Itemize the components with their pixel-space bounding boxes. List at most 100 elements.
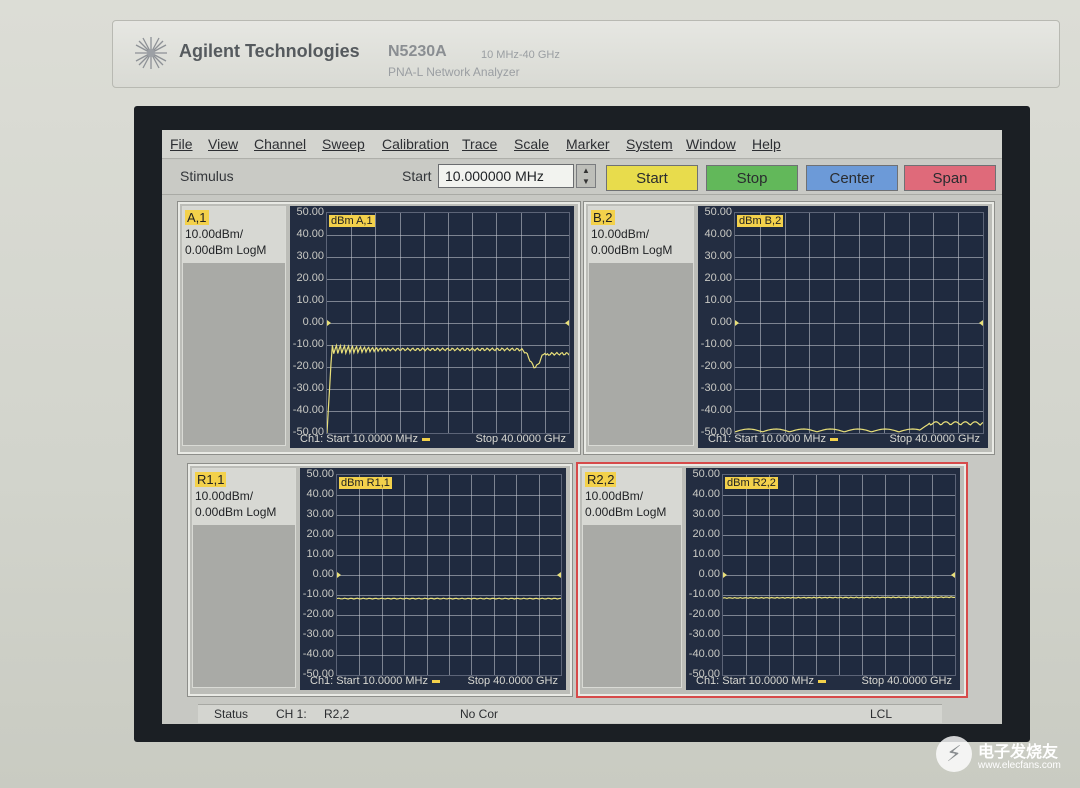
- plot-container: dBm R2,2 50.00 40.00 30.00 20.00 10.00 0.00 -10…: [686, 468, 960, 690]
- measurement-trace: [337, 597, 561, 600]
- y-tick-label: 0.00: [302, 316, 324, 328]
- menu-system[interactable]: System: [626, 136, 673, 152]
- status-bar: Status CH 1: R2,2 No Cor LCL: [198, 704, 942, 723]
- footer-start: Ch1: Start 10.0000 MHz: [310, 675, 444, 687]
- trace-name-badge[interactable]: A,1: [185, 210, 209, 225]
- trace-plot[interactable]: dBm B,2: [734, 212, 984, 434]
- y-tick-label: -20.00: [688, 608, 720, 620]
- spin-up-icon[interactable]: ▲: [577, 165, 595, 176]
- spin-down-icon[interactable]: ▼: [577, 176, 595, 187]
- trace-name-badge[interactable]: B,2: [591, 210, 615, 225]
- y-tick-label: 40.00: [306, 488, 334, 500]
- plot-container: dBm B,2 50.00 40.00 30.00 20.00 10.00 0.00 -10.…: [698, 206, 988, 448]
- frequency-range: 10 MHz-40 GHz: [481, 49, 560, 61]
- reference-marker-icon: [327, 320, 331, 326]
- reference-marker-icon: [979, 320, 983, 326]
- trace-info-header: A,1 10.00dBm/0.00dBm LogM: [183, 207, 285, 263]
- menu-calibration[interactable]: Calibration: [382, 136, 449, 152]
- footer-start: Ch1: Start 10.0000 MHz: [708, 433, 842, 445]
- start-spinner[interactable]: ▲ ▼: [576, 164, 596, 188]
- trace-scale: 10.00dBm/: [585, 489, 644, 503]
- reference-marker-icon: [723, 572, 727, 578]
- y-tick-label: 40.00: [296, 228, 324, 240]
- status-correction: No Cor: [460, 707, 499, 721]
- reference-marker-icon: [565, 320, 569, 326]
- stop-button[interactable]: Stop: [706, 165, 798, 191]
- y-tick-label: 30.00: [296, 250, 324, 262]
- trace-window-r11[interactable]: R1,1 10.00dBm/0.00dBm LogM dBm R1,1 50.00 40…: [187, 463, 573, 697]
- center-button[interactable]: Center: [806, 165, 898, 191]
- menu-file[interactable]: File: [170, 136, 193, 152]
- y-tick-label: -10.00: [292, 338, 324, 350]
- trace-svg: [723, 572, 955, 600]
- stimulus-toolbar: Stimulus Start 10.000000 MHz ▲ ▼ Start S…: [162, 160, 1002, 195]
- y-tick-label: -20.00: [302, 608, 334, 620]
- y-tick-label: 10.00: [306, 548, 334, 560]
- trace-reference: 0.00dBm LogM: [185, 243, 267, 257]
- reference-marker-icon: [337, 572, 341, 578]
- trace-plot[interactable]: dBm R1,1: [336, 474, 562, 676]
- y-tick-label: 30.00: [692, 508, 720, 520]
- span-button[interactable]: Span: [904, 165, 996, 191]
- footer-stop: Stop 40.0000 GHz: [861, 675, 952, 687]
- brand-name: Agilent Technologies: [179, 41, 360, 61]
- y-tick-label: 20.00: [704, 272, 732, 284]
- menu-window[interactable]: Window: [686, 136, 736, 152]
- trace-reference: 0.00dBm LogM: [591, 243, 673, 257]
- trace-scale: 10.00dBm/: [195, 489, 254, 503]
- trace-window-a1[interactable]: A,1 10.00dBm/0.00dBm LogM dBm A,1 50.00 40.0…: [177, 201, 581, 455]
- y-tick-label: 50.00: [704, 206, 732, 218]
- agilent-spark-logo: [135, 37, 167, 69]
- reference-marker-icon: [951, 572, 955, 578]
- trace-info-header: R1,1 10.00dBm/0.00dBm LogM: [193, 469, 295, 525]
- menu-scale[interactable]: Scale: [514, 136, 549, 152]
- y-tick-label: 40.00: [692, 488, 720, 500]
- trace-name-badge[interactable]: R2,2: [585, 472, 617, 487]
- trace-info-header: R2,2 10.00dBm/0.00dBm LogM: [583, 469, 681, 525]
- y-tick-label: -40.00: [700, 404, 732, 416]
- footer-start: Ch1: Start 10.0000 MHz: [300, 433, 434, 445]
- y-tick-label: 50.00: [306, 468, 334, 480]
- analyzer-screen: File View Channel Sweep Calibration Trac…: [162, 130, 1002, 724]
- reference-marker-icon: [557, 572, 561, 578]
- y-tick-label: 20.00: [306, 528, 334, 540]
- trace-info-panel[interactable]: R2,2 10.00dBm/0.00dBm LogM: [582, 468, 682, 688]
- start-button[interactable]: Start: [606, 165, 698, 191]
- trace-info-panel[interactable]: A,1 10.00dBm/0.00dBm LogM: [182, 206, 286, 446]
- trace-window-r22[interactable]: R2,2 10.00dBm/0.00dBm LogM dBm R2,2 50.00 40…: [576, 462, 968, 698]
- menu-sweep[interactable]: Sweep: [322, 136, 365, 152]
- marker-indicator-icon: [818, 679, 827, 683]
- trace-svg: [327, 320, 569, 433]
- y-tick-label: -40.00: [688, 648, 720, 660]
- trace-plot[interactable]: dBm A,1: [326, 212, 570, 434]
- trace-name-badge[interactable]: R1,1: [195, 472, 227, 487]
- trace-plot[interactable]: dBm R2,2: [722, 474, 956, 676]
- watermark: ⚡ 电子发烧友 www.elecfans.com: [936, 736, 1076, 784]
- menu-marker[interactable]: Marker: [566, 136, 610, 152]
- y-tick-label: 30.00: [704, 250, 732, 262]
- trace-info-header: B,2 10.00dBm/0.00dBm LogM: [589, 207, 693, 263]
- y-tick-label: -10.00: [700, 338, 732, 350]
- plot-container: dBm A,1 50.00 40.00 30.00 20.00 10.00 0.00 -10.…: [290, 206, 574, 448]
- menu-help[interactable]: Help: [752, 136, 781, 152]
- status-channel: CH 1:: [276, 707, 307, 721]
- y-tick-label: -20.00: [292, 360, 324, 372]
- watermark-url: www.elecfans.com: [978, 760, 1061, 771]
- menu-channel[interactable]: Channel: [254, 136, 306, 152]
- measurement-trace: [327, 343, 569, 433]
- y-tick-label: 0.00: [698, 568, 720, 580]
- menu-trace[interactable]: Trace: [462, 136, 497, 152]
- trace-window-b2[interactable]: B,2 10.00dBm/0.00dBm LogM dBm B,2 50.00 40.0…: [583, 201, 995, 455]
- y-tick-label: -40.00: [302, 648, 334, 660]
- trace-svg: [735, 320, 983, 433]
- y-tick-label: 50.00: [692, 468, 720, 480]
- menu-view[interactable]: View: [208, 136, 238, 152]
- y-tick-label: -30.00: [302, 628, 334, 640]
- start-frequency-input[interactable]: 10.000000 MHz: [438, 164, 574, 188]
- trace-info-panel[interactable]: B,2 10.00dBm/0.00dBm LogM: [588, 206, 694, 446]
- y-tick-label: 0.00: [710, 316, 732, 328]
- y-tick-label: -30.00: [688, 628, 720, 640]
- y-tick-label: -10.00: [302, 588, 334, 600]
- trace-info-panel[interactable]: R1,1 10.00dBm/0.00dBm LogM: [192, 468, 296, 688]
- measurement-trace: [735, 421, 983, 433]
